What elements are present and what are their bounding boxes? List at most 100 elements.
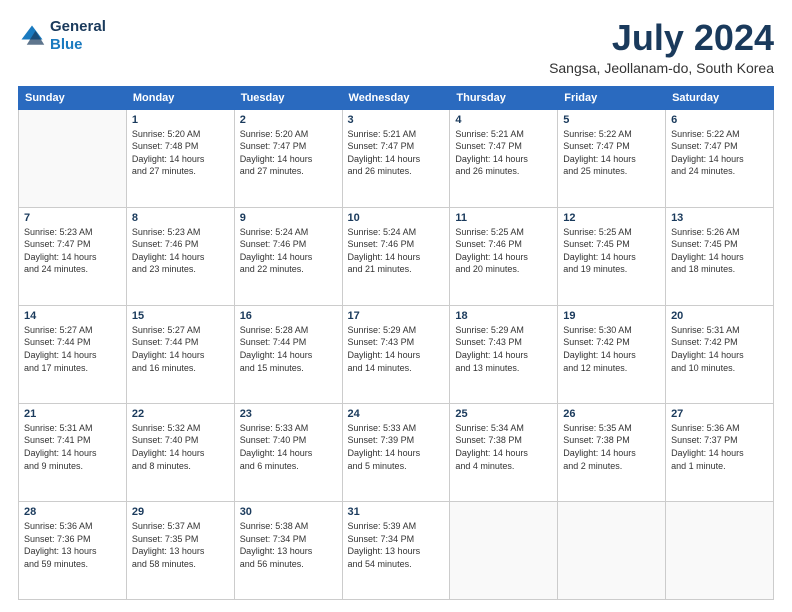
week-row-5: 28 Sunrise: 5:36 AM Sunset: 7:36 PM Dayli… bbox=[19, 501, 774, 599]
day-number: 29 bbox=[132, 506, 229, 518]
day-header-row: Sunday Monday Tuesday Wednesday Thursday… bbox=[19, 86, 774, 109]
day-number: 26 bbox=[563, 408, 660, 420]
calendar-cell: 19 Sunrise: 5:30 AM Sunset: 7:42 PM Dayli… bbox=[558, 305, 666, 403]
logo-icon bbox=[18, 22, 46, 50]
day-info: Sunrise: 5:25 AM Sunset: 7:46 PM Dayligh… bbox=[455, 226, 552, 276]
calendar-cell: 30Sunrise: 5:38 AM Sunset: 7:34 PM Dayli… bbox=[234, 501, 342, 599]
logo: General Blue bbox=[18, 18, 106, 54]
day-info: Sunrise: 5:23 AM Sunset: 7:46 PM Dayligh… bbox=[132, 226, 229, 276]
day-info: Sunrise: 5:38 AM Sunset: 7:34 PM Dayligh… bbox=[240, 520, 337, 570]
day-info: Sunrise: 5:20 AM Sunset: 7:48 PM Dayligh… bbox=[132, 128, 229, 178]
day-info: Sunrise: 5:31 AM Sunset: 7:41 PM Dayligh… bbox=[24, 422, 121, 472]
calendar-cell: 8Sunrise: 5:23 AM Sunset: 7:46 PM Daylig… bbox=[126, 207, 234, 305]
day-number: 31 bbox=[348, 506, 445, 518]
day-info: Sunrise: 5:24 AM Sunset: 7:46 PM Dayligh… bbox=[240, 226, 337, 276]
header-thursday: Thursday bbox=[450, 86, 558, 109]
week-row-2: 7Sunrise: 5:23 AM Sunset: 7:47 PM Daylig… bbox=[19, 207, 774, 305]
day-number: 20 bbox=[671, 310, 768, 322]
calendar-cell bbox=[666, 501, 774, 599]
calendar-cell: 18 Sunrise: 5:29 AM Sunset: 7:43 PM Dayli… bbox=[450, 305, 558, 403]
calendar-cell: 28 Sunrise: 5:36 AM Sunset: 7:36 PM Dayli… bbox=[19, 501, 127, 599]
calendar-cell: 11 Sunrise: 5:25 AM Sunset: 7:46 PM Dayli… bbox=[450, 207, 558, 305]
calendar-cell: 26Sunrise: 5:35 AM Sunset: 7:38 PM Dayli… bbox=[558, 403, 666, 501]
day-number: 5 bbox=[563, 114, 660, 126]
calendar-cell: 29 Sunrise: 5:37 AM Sunset: 7:35 PM Dayli… bbox=[126, 501, 234, 599]
day-info: Sunrise: 5:39 AM Sunset: 7:34 PM Dayligh… bbox=[348, 520, 445, 570]
day-number: 1 bbox=[132, 114, 229, 126]
day-info: Sunrise: 5:25 AM Sunset: 7:45 PM Dayligh… bbox=[563, 226, 660, 276]
calendar-cell: 21 Sunrise: 5:31 AM Sunset: 7:41 PM Dayli… bbox=[19, 403, 127, 501]
day-info: Sunrise: 5:22 AM Sunset: 7:47 PM Dayligh… bbox=[671, 128, 768, 178]
calendar-cell: 23 Sunrise: 5:33 AM Sunset: 7:40 PM Dayli… bbox=[234, 403, 342, 501]
day-info: Sunrise: 5:29 AM Sunset: 7:43 PM Dayligh… bbox=[348, 324, 445, 374]
day-number: 10 bbox=[348, 212, 445, 224]
calendar-cell: 7Sunrise: 5:23 AM Sunset: 7:47 PM Daylig… bbox=[19, 207, 127, 305]
calendar-cell: 9 Sunrise: 5:24 AM Sunset: 7:46 PM Daylig… bbox=[234, 207, 342, 305]
calendar-cell bbox=[558, 501, 666, 599]
day-info: Sunrise: 5:36 AM Sunset: 7:37 PM Dayligh… bbox=[671, 422, 768, 472]
week-row-1: 1 Sunrise: 5:20 AM Sunset: 7:48 PM Daylig… bbox=[19, 109, 774, 207]
day-info: Sunrise: 5:37 AM Sunset: 7:35 PM Dayligh… bbox=[132, 520, 229, 570]
calendar-cell: 2Sunrise: 5:20 AM Sunset: 7:47 PM Daylig… bbox=[234, 109, 342, 207]
calendar-cell: 22 Sunrise: 5:32 AM Sunset: 7:40 PM Dayli… bbox=[126, 403, 234, 501]
day-info: Sunrise: 5:29 AM Sunset: 7:43 PM Dayligh… bbox=[455, 324, 552, 374]
calendar-cell: 12 Sunrise: 5:25 AM Sunset: 7:45 PM Dayli… bbox=[558, 207, 666, 305]
day-number: 16 bbox=[240, 310, 337, 322]
header-friday: Friday bbox=[558, 86, 666, 109]
day-info: Sunrise: 5:33 AM Sunset: 7:39 PM Dayligh… bbox=[348, 422, 445, 472]
day-number: 18 bbox=[455, 310, 552, 322]
day-number: 24 bbox=[348, 408, 445, 420]
day-number: 12 bbox=[563, 212, 660, 224]
day-number: 9 bbox=[240, 212, 337, 224]
day-info: Sunrise: 5:20 AM Sunset: 7:47 PM Dayligh… bbox=[240, 128, 337, 178]
day-number: 11 bbox=[455, 212, 552, 224]
header-monday: Monday bbox=[126, 86, 234, 109]
week-row-3: 14 Sunrise: 5:27 AM Sunset: 7:44 PM Dayli… bbox=[19, 305, 774, 403]
calendar-cell: 4 Sunrise: 5:21 AM Sunset: 7:47 PM Daylig… bbox=[450, 109, 558, 207]
calendar-cell: 17Sunrise: 5:29 AM Sunset: 7:43 PM Dayli… bbox=[342, 305, 450, 403]
page: General Blue July 2024 Sangsa, Jeollanam… bbox=[0, 0, 792, 612]
day-info: Sunrise: 5:32 AM Sunset: 7:40 PM Dayligh… bbox=[132, 422, 229, 472]
title-block: July 2024 Sangsa, Jeollanam-do, South Ko… bbox=[549, 18, 774, 76]
day-number: 13 bbox=[671, 212, 768, 224]
day-info: Sunrise: 5:30 AM Sunset: 7:42 PM Dayligh… bbox=[563, 324, 660, 374]
calendar-cell: 5Sunrise: 5:22 AM Sunset: 7:47 PM Daylig… bbox=[558, 109, 666, 207]
calendar-cell: 1 Sunrise: 5:20 AM Sunset: 7:48 PM Daylig… bbox=[126, 109, 234, 207]
day-info: Sunrise: 5:23 AM Sunset: 7:47 PM Dayligh… bbox=[24, 226, 121, 276]
day-number: 15 bbox=[132, 310, 229, 322]
calendar-cell: 31 Sunrise: 5:39 AM Sunset: 7:34 PM Dayli… bbox=[342, 501, 450, 599]
month-title: July 2024 bbox=[549, 18, 774, 58]
calendar-cell: 16 Sunrise: 5:28 AM Sunset: 7:44 PM Dayli… bbox=[234, 305, 342, 403]
header-wednesday: Wednesday bbox=[342, 86, 450, 109]
calendar-cell: 10 Sunrise: 5:24 AM Sunset: 7:46 PM Dayli… bbox=[342, 207, 450, 305]
day-info: Sunrise: 5:21 AM Sunset: 7:47 PM Dayligh… bbox=[455, 128, 552, 178]
day-number: 22 bbox=[132, 408, 229, 420]
calendar-cell: 15 Sunrise: 5:27 AM Sunset: 7:44 PM Dayli… bbox=[126, 305, 234, 403]
day-number: 3 bbox=[348, 114, 445, 126]
day-number: 23 bbox=[240, 408, 337, 420]
calendar-cell: 13Sunrise: 5:26 AM Sunset: 7:45 PM Dayli… bbox=[666, 207, 774, 305]
day-number: 4 bbox=[455, 114, 552, 126]
day-info: Sunrise: 5:33 AM Sunset: 7:40 PM Dayligh… bbox=[240, 422, 337, 472]
day-info: Sunrise: 5:28 AM Sunset: 7:44 PM Dayligh… bbox=[240, 324, 337, 374]
day-number: 21 bbox=[24, 408, 121, 420]
day-info: Sunrise: 5:34 AM Sunset: 7:38 PM Dayligh… bbox=[455, 422, 552, 472]
day-number: 6 bbox=[671, 114, 768, 126]
calendar-cell: 3Sunrise: 5:21 AM Sunset: 7:47 PM Daylig… bbox=[342, 109, 450, 207]
subtitle: Sangsa, Jeollanam-do, South Korea bbox=[549, 60, 774, 76]
day-number: 14 bbox=[24, 310, 121, 322]
header-tuesday: Tuesday bbox=[234, 86, 342, 109]
calendar-cell: 6 Sunrise: 5:22 AM Sunset: 7:47 PM Daylig… bbox=[666, 109, 774, 207]
week-row-4: 21 Sunrise: 5:31 AM Sunset: 7:41 PM Dayli… bbox=[19, 403, 774, 501]
day-number: 27 bbox=[671, 408, 768, 420]
calendar-cell bbox=[450, 501, 558, 599]
day-info: Sunrise: 5:36 AM Sunset: 7:36 PM Dayligh… bbox=[24, 520, 121, 570]
day-info: Sunrise: 5:31 AM Sunset: 7:42 PM Dayligh… bbox=[671, 324, 768, 374]
day-info: Sunrise: 5:27 AM Sunset: 7:44 PM Dayligh… bbox=[132, 324, 229, 374]
header: General Blue July 2024 Sangsa, Jeollanam… bbox=[18, 18, 774, 76]
day-number: 19 bbox=[563, 310, 660, 322]
day-number: 28 bbox=[24, 506, 121, 518]
day-info: Sunrise: 5:24 AM Sunset: 7:46 PM Dayligh… bbox=[348, 226, 445, 276]
logo-text: General Blue bbox=[50, 18, 106, 54]
calendar-cell bbox=[19, 109, 127, 207]
